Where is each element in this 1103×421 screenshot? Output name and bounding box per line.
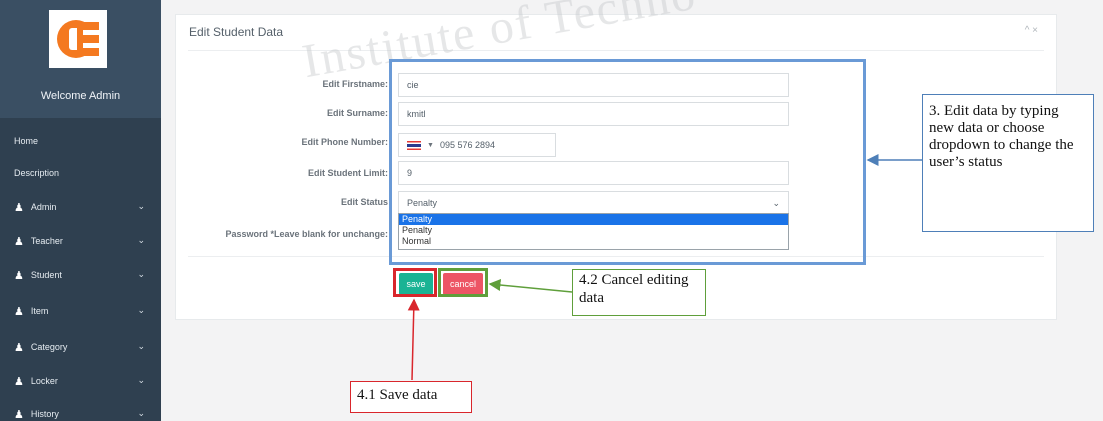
sidebar-item-label: Item xyxy=(30,306,49,316)
sidebar-item-home[interactable]: Home xyxy=(0,124,161,158)
cancel-callout: 4.2 Cancel editing data xyxy=(572,269,706,316)
cancel-button-highlight xyxy=(438,268,488,297)
user-icon: ♟ xyxy=(14,375,24,388)
sidebar-item-label: Locker xyxy=(30,376,58,386)
chevron-down-icon: ⌄ xyxy=(137,201,145,211)
user-icon: ♟ xyxy=(14,201,24,214)
user-icon: ♟ xyxy=(14,341,24,354)
sidebar-item-history[interactable]: ♟ History ⌄ xyxy=(0,397,161,421)
chevron-down-icon: ⌄ xyxy=(137,305,145,315)
student-limit-label: Edit Student Limit: xyxy=(308,168,388,178)
surname-label: Edit Surname: xyxy=(326,108,388,118)
sidebar-item-locker[interactable]: ♟ Locker ⌄ xyxy=(0,364,161,398)
user-icon: ♟ xyxy=(14,269,24,282)
form-fields-highlight xyxy=(389,59,866,265)
sidebar-profile: Welcome Admin xyxy=(0,0,161,118)
welcome-text: Welcome Admin xyxy=(40,90,121,102)
sidebar-item-description[interactable]: Description xyxy=(0,156,161,190)
chevron-down-icon: ⌄ xyxy=(137,341,145,351)
sidebar-item-label: Student xyxy=(30,270,62,280)
sidebar-item-label: Teacher xyxy=(30,236,63,246)
sidebar-item-label: Category xyxy=(30,342,68,352)
sidebar-item-label: Description xyxy=(14,168,60,178)
status-label: Edit Status xyxy=(340,197,388,207)
sidebar-item-student[interactable]: ♟ Student ⌄ xyxy=(0,258,161,292)
sidebar-item-label: Admin xyxy=(30,202,57,212)
sidebar-item-label: History xyxy=(30,409,59,419)
logo-e-shape xyxy=(77,22,99,56)
edit-data-callout: 3. Edit data by typing new data or choos… xyxy=(922,94,1094,232)
sidebar-item-item[interactable]: ♟ Item ⌄ xyxy=(0,294,161,328)
chevron-down-icon: ⌄ xyxy=(137,375,145,385)
sidebar-item-label: Home xyxy=(14,136,39,146)
sidebar-item-category[interactable]: ♟ Category ⌄ xyxy=(0,330,161,364)
phone-label: Edit Phone Number: xyxy=(301,137,388,147)
user-icon: ♟ xyxy=(14,408,24,421)
panel-title: Edit Student Data xyxy=(189,25,284,39)
sidebar: Welcome Admin Home Description ♟ Admin ⌄… xyxy=(0,0,161,421)
user-icon: ♟ xyxy=(14,305,24,318)
divider xyxy=(188,50,1044,51)
app-window: Welcome Admin Home Description ♟ Admin ⌄… xyxy=(0,0,1103,421)
firstname-label: Edit Firstname: xyxy=(322,79,388,89)
save-callout: 4.1 Save data xyxy=(350,381,472,413)
chevron-down-icon: ⌄ xyxy=(137,235,145,245)
user-icon: ♟ xyxy=(14,235,24,248)
brand-logo xyxy=(49,10,107,68)
save-button-highlight xyxy=(393,268,437,297)
password-label: Password *Leave blank for unchange: xyxy=(225,229,388,239)
chevron-down-icon: ⌄ xyxy=(137,408,145,418)
sidebar-item-teacher[interactable]: ♟ Teacher ⌄ xyxy=(0,224,161,258)
panel-tools[interactable]: ^ × xyxy=(1025,25,1038,36)
sidebar-item-admin[interactable]: ♟ Admin ⌄ xyxy=(0,190,161,224)
chevron-down-icon: ⌄ xyxy=(137,269,145,279)
